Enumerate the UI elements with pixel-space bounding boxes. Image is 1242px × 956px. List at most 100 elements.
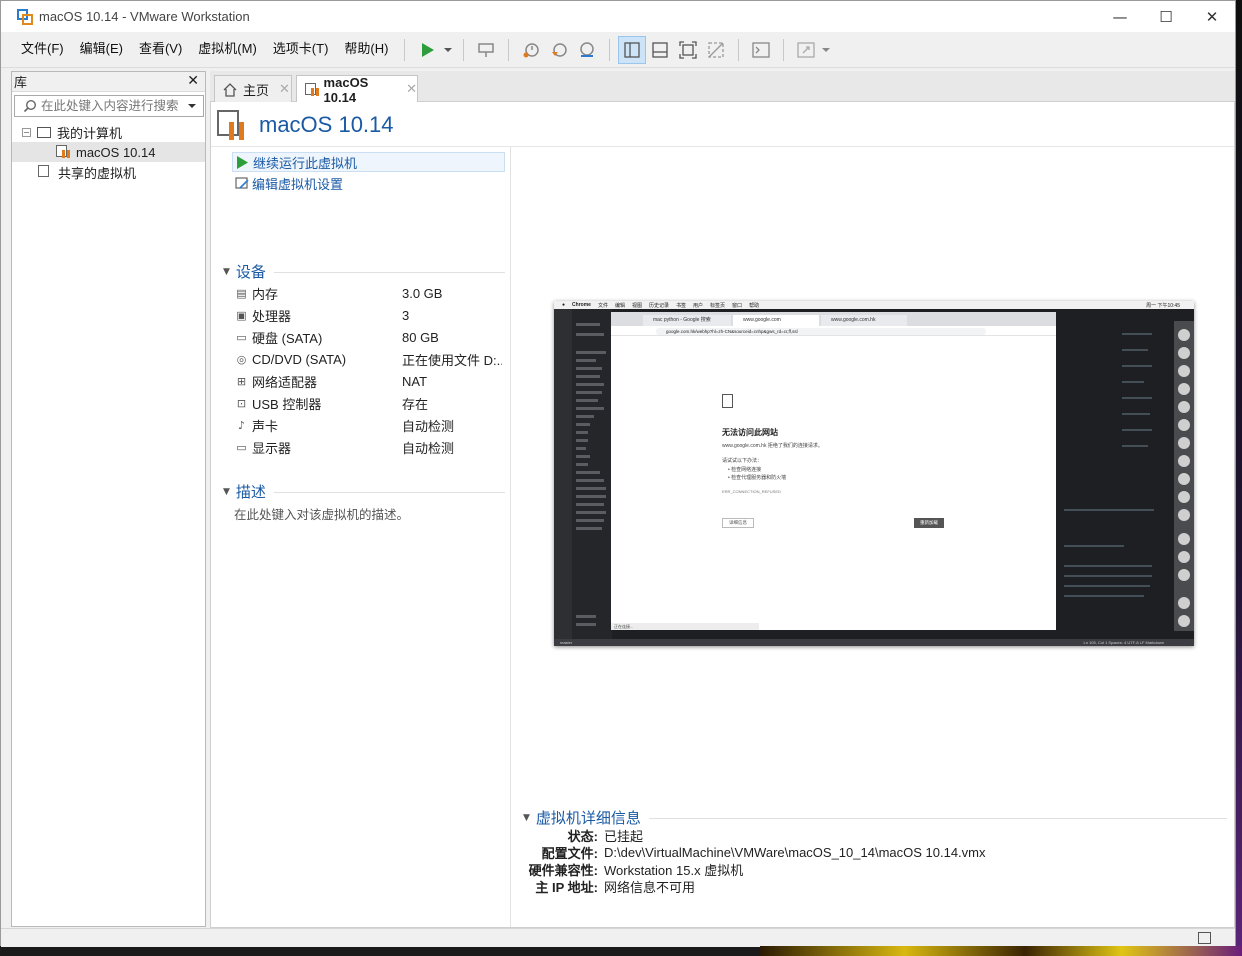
- chrome-url-bar: google.com.hk/webhp?hl=zh-CN&sourceid=cn…: [656, 328, 986, 335]
- send-ctrl-alt-del-icon[interactable]: [472, 36, 500, 64]
- mac-menu-item: 用户: [693, 302, 704, 309]
- tree-item-label: macOS 10.14: [76, 144, 156, 160]
- device-row-usb[interactable]: ⊡ USB 控制器 存在: [234, 393, 506, 413]
- tree-item-label: 共享的虚拟机: [58, 165, 137, 181]
- device-row-display[interactable]: ▭ 显示器 自动检测: [234, 437, 506, 457]
- mac-menu-item: 窗口: [732, 302, 743, 309]
- mac-dock: [1174, 321, 1194, 631]
- device-name: 网络适配器: [252, 374, 318, 390]
- toolbar-separator: [463, 38, 465, 61]
- close-icon[interactable]: ✕: [406, 82, 417, 97]
- menu-toolbar: 文件(F) 编辑(E) 查看(V) 虚拟机(M) 选项卡(T) 帮助(H): [1, 32, 1235, 68]
- device-row-hard-disk[interactable]: ▭ 硬盘 (SATA) 80 GB: [234, 327, 506, 347]
- device-name: CD/DVD (SATA): [252, 351, 347, 367]
- vm-icon: [217, 110, 247, 140]
- device-name: USB 控制器: [252, 396, 322, 412]
- collapse-icon[interactable]: −: [22, 127, 31, 137]
- memory-icon: ▤: [236, 286, 247, 300]
- error-title: 无法访问此网站: [722, 428, 778, 437]
- vm-icon: [56, 145, 70, 159]
- console-icon[interactable]: [747, 36, 775, 64]
- devices-section-header[interactable]: ▼ 设备: [223, 261, 505, 282]
- home-icon: [223, 82, 237, 97]
- mac-menu-item: 帮助: [749, 302, 760, 309]
- error-try: 请试试以下办法：: [722, 458, 763, 464]
- tab-macos[interactable]: macOS 10.14 ✕: [296, 74, 418, 105]
- chrome-status-text: 正在连接...: [611, 623, 759, 630]
- resume-vm-link[interactable]: 继续运行此虚拟机: [232, 152, 505, 172]
- menu-view[interactable]: 查看(V): [131, 32, 190, 68]
- collapse-triangle-icon: ▼: [223, 266, 230, 277]
- edit-vm-settings-link[interactable]: 编辑虚拟机设置: [232, 173, 343, 193]
- search-icon: [23, 99, 37, 113]
- unity-icon[interactable]: [702, 36, 730, 64]
- device-row-sound[interactable]: ♪ 声卡 自动检测: [234, 415, 506, 435]
- mac-menu-item: 文件: [597, 302, 608, 309]
- snapshot-icon[interactable]: [517, 36, 545, 64]
- device-value: 自动检测: [402, 440, 455, 456]
- menu-edit[interactable]: 编辑(E): [72, 32, 131, 68]
- close-button[interactable]: ✕: [1189, 1, 1235, 32]
- device-row-cd-dvd[interactable]: ◎ CD/DVD (SATA) 正在使用文件 D:...: [234, 349, 506, 369]
- device-value: 正在使用文件 D:...: [402, 352, 502, 368]
- guest-chrome-window: mac python - Google 搜索 www.google.com ww…: [611, 312, 1056, 630]
- tree-item-macos[interactable]: macOS 10.14: [12, 142, 205, 162]
- maximize-button[interactable]: ☐: [1143, 1, 1189, 32]
- error-code: ERR_CONNECTION_REFUSED: [722, 489, 781, 494]
- vm-title: macOS 10.14: [259, 112, 394, 137]
- revert-snapshot-icon[interactable]: [545, 36, 573, 64]
- vm-details-title: 虚拟机详细信息: [535, 810, 641, 827]
- vm-summary-page: macOS 10.14 继续运行此虚拟机 编辑虚拟机设置 ▼ 设备 ▤ 内存 3…: [210, 102, 1235, 928]
- menu-tabs[interactable]: 选项卡(T): [265, 32, 337, 68]
- mac-menu-item: Chrome: [572, 302, 591, 308]
- description-section-header[interactable]: ▼ 描述: [223, 481, 505, 502]
- dropdown-arrow-icon[interactable]: [441, 36, 455, 64]
- hard-disk-icon: ▭: [236, 330, 247, 344]
- tab-label: macOS 10.14: [323, 74, 369, 105]
- library-search-input[interactable]: [41, 99, 179, 113]
- vm-details-section-header[interactable]: ▼ 虚拟机详细信息: [523, 807, 1227, 828]
- search-dropdown-icon[interactable]: [187, 101, 197, 111]
- tab-home[interactable]: 主页 ✕: [214, 75, 292, 103]
- play-icon[interactable]: [413, 36, 441, 64]
- tree-item-shared-vms[interactable]: 共享的虚拟机: [12, 162, 205, 182]
- device-name: 显示器: [252, 440, 292, 456]
- menu-file[interactable]: 文件(F): [13, 32, 72, 68]
- library-search[interactable]: [14, 95, 204, 117]
- tree-item-my-computer[interactable]: − 我的计算机: [12, 122, 205, 142]
- detail-value: D:\dev\VirtualMachine\VMWare\macOS_10_14…: [604, 845, 986, 860]
- description-title: 描述: [235, 484, 266, 501]
- vscode-explorer: [572, 309, 612, 639]
- device-value: 80 GB: [402, 329, 439, 345]
- detail-row-config-file: 配置文件: D:\dev\VirtualMachine\VMWare\macOS…: [523, 844, 986, 861]
- show-library-icon[interactable]: [618, 35, 647, 64]
- detail-value: 网络信息不可用: [604, 880, 696, 895]
- mac-menu-item: 标签页: [710, 302, 726, 309]
- chrome-tab: www.google.com: [733, 315, 819, 326]
- stretch-icon[interactable]: [792, 36, 820, 64]
- device-value: NAT: [402, 373, 428, 389]
- chrome-tab: mac python - Google 搜索: [643, 315, 731, 326]
- fullscreen-icon[interactable]: [674, 36, 702, 64]
- minimize-button[interactable]: —: [1097, 1, 1143, 32]
- show-thumbnail-bar-icon[interactable]: [646, 36, 674, 64]
- vscode-cursor-info: Ln 105, Col 1 Spaces: 4 UTF-8 LF Markdow…: [1083, 640, 1164, 645]
- message-log-icon[interactable]: [1198, 932, 1211, 944]
- description-field[interactable]: 在此处键入对该虚拟机的描述。: [234, 504, 409, 523]
- menu-help[interactable]: 帮助(H): [336, 32, 396, 68]
- device-row-network[interactable]: ⊞ 网络适配器 NAT: [234, 371, 506, 391]
- device-name: 硬盘 (SATA): [252, 330, 323, 346]
- stretch-dropdown-icon[interactable]: [820, 36, 832, 64]
- vmware-window: macOS 10.14 - VMware Workstation — ☐ ✕ 文…: [0, 0, 1236, 947]
- library-close-button[interactable]: ✕: [187, 73, 199, 89]
- menu-vm[interactable]: 虚拟机(M): [190, 32, 265, 68]
- device-row-memory[interactable]: ▤ 内存 3.0 GB: [234, 283, 506, 303]
- device-row-processor[interactable]: ▣ 处理器 3: [234, 305, 506, 325]
- close-icon[interactable]: ✕: [279, 82, 290, 97]
- vscode-activity-bar: [554, 309, 572, 639]
- mac-clock: 周一 下午10:45: [1146, 302, 1180, 309]
- snapshot-manager-icon[interactable]: [573, 36, 601, 64]
- device-name: 声卡: [252, 418, 279, 434]
- vm-info-pane: 继续运行此虚拟机 编辑虚拟机设置 ▼ 设备 ▤ 内存 3.0 GB ▣ 处理器 …: [211, 147, 511, 927]
- vm-screenshot-preview[interactable]: ● Chrome 文件 编辑 视图 历史记录 书签 用户 标签页 窗口 帮助 周…: [554, 301, 1194, 646]
